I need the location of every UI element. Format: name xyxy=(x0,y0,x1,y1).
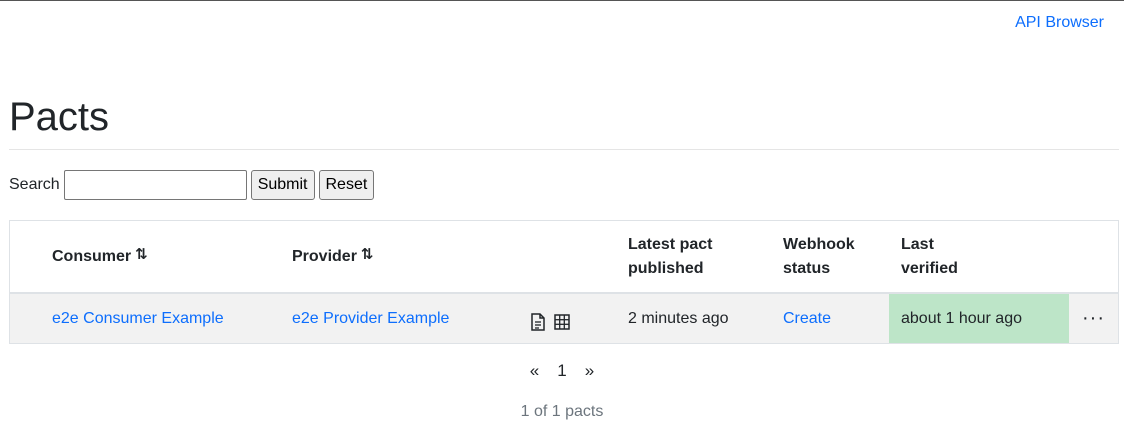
last-verified-value: about 1 hour ago xyxy=(901,309,1022,327)
sort-icon[interactable]: ⇅ xyxy=(361,243,374,267)
consumer-cell: e2e Consumer Example xyxy=(10,294,280,343)
webhook-cell: Create xyxy=(771,294,889,343)
more-actions-icon[interactable]: ··· xyxy=(1082,307,1105,330)
submit-button[interactable]: Submit xyxy=(250,170,315,200)
reset-button[interactable]: Reset xyxy=(318,170,375,200)
provider-link[interactable]: e2e Provider Example xyxy=(292,310,449,328)
title-divider xyxy=(9,149,1119,150)
latest-pact-header-line2: published xyxy=(628,259,704,277)
latest-published-value: 2 minutes ago xyxy=(628,309,729,327)
webhook-create-link[interactable]: Create xyxy=(783,310,831,328)
provider-cell: e2e Provider Example xyxy=(280,294,510,343)
search-form: Search Submit Reset xyxy=(9,170,375,200)
latest-pact-header-line1: Latest pact xyxy=(628,235,713,253)
api-browser-link[interactable]: API Browser xyxy=(1015,14,1104,32)
latest-pact-header: Latest pact published xyxy=(616,221,771,292)
consumer-link[interactable]: e2e Consumer Example xyxy=(52,310,224,328)
latest-published-cell: 2 minutes ago xyxy=(616,294,771,343)
webhook-header: Webhook status xyxy=(771,221,889,292)
consumer-header[interactable]: Consumer ⇅ xyxy=(10,221,280,292)
sort-icon[interactable]: ⇅ xyxy=(135,243,148,267)
table-row: e2e Consumer Example e2e Provider Exampl… xyxy=(10,294,1118,343)
pagination-next[interactable]: » xyxy=(585,361,594,381)
matrix-icon[interactable] xyxy=(554,313,572,331)
provider-header[interactable]: Provider ⇅ xyxy=(280,221,510,292)
actions-header xyxy=(1069,221,1118,292)
pagination: « 1 » xyxy=(0,361,1124,381)
last-verified-header: Last verified xyxy=(889,221,1069,292)
pacts-table: Consumer ⇅ Provider ⇅ Latest pact publis… xyxy=(9,220,1119,344)
actions-cell: ··· xyxy=(1069,294,1118,343)
last-verified-header-line1: Last xyxy=(901,235,934,253)
pagination-summary: 1 of 1 pacts xyxy=(520,403,604,420)
search-label: Search xyxy=(9,176,60,193)
icons-cell xyxy=(510,294,616,343)
webhook-header-line2: status xyxy=(783,259,831,277)
pagination-prev[interactable]: « xyxy=(530,361,539,381)
webhook-header-line1: Webhook xyxy=(783,235,855,253)
consumer-header-label: Consumer xyxy=(52,247,132,265)
icons-header xyxy=(510,221,616,292)
document-icon[interactable] xyxy=(530,312,548,331)
provider-header-label: Provider xyxy=(292,247,357,265)
pagination-page[interactable]: 1 xyxy=(557,361,566,381)
search-input[interactable] xyxy=(63,170,247,200)
last-verified-header-line2: verified xyxy=(901,259,958,277)
table-header-row: Consumer ⇅ Provider ⇅ Latest pact publis… xyxy=(10,221,1118,294)
page-title: Pacts xyxy=(9,95,110,139)
last-verified-cell: about 1 hour ago xyxy=(889,294,1069,343)
